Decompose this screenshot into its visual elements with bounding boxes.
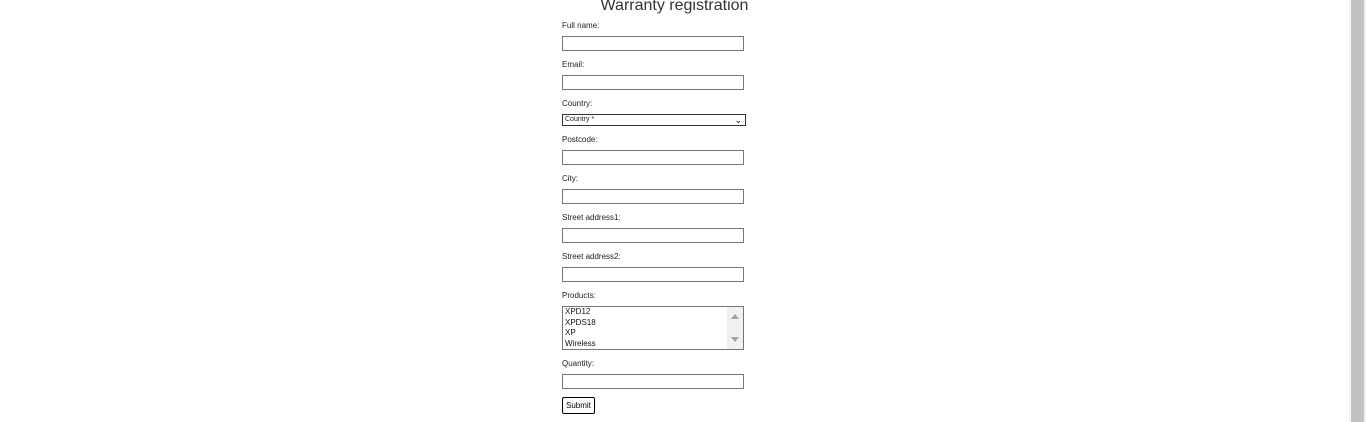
- products-scrollbar[interactable]: [727, 307, 743, 349]
- page-title: Warranty registration: [600, 0, 749, 14]
- full-name-label: Full name:: [562, 21, 600, 30]
- submit-button[interactable]: Submit: [562, 397, 595, 414]
- products-label: Products:: [562, 291, 596, 300]
- triangle-up-icon[interactable]: [731, 314, 739, 319]
- country-select-value: Country *: [565, 116, 595, 123]
- email-input[interactable]: [562, 75, 744, 90]
- quantity-label: Quantity:: [562, 359, 595, 368]
- postcode-input[interactable]: [562, 150, 744, 165]
- list-item[interactable]: Wireless: [563, 339, 743, 350]
- list-item[interactable]: XPDS18: [563, 318, 743, 329]
- street-address1-input[interactable]: [562, 228, 744, 243]
- products-listbox[interactable]: XPD12 XPDS18 XP Wireless: [562, 306, 744, 350]
- country-select[interactable]: Country * ⌄: [562, 114, 746, 126]
- street-address1-label: Street address1:: [562, 213, 621, 222]
- country-label: Country:: [562, 99, 593, 108]
- postcode-label: Postcode:: [562, 135, 598, 144]
- chevron-down-icon: ⌄: [734, 115, 742, 125]
- city-input[interactable]: [562, 189, 744, 204]
- full-name-input[interactable]: [562, 36, 744, 51]
- page-scrollbar-thumb[interactable]: [1351, 0, 1364, 422]
- city-label: City:: [562, 174, 578, 183]
- quantity-input[interactable]: [562, 374, 744, 389]
- page-scrollbar[interactable]: [1349, 0, 1366, 422]
- triangle-down-icon[interactable]: [731, 337, 739, 342]
- street-address2-label: Street address2:: [562, 252, 621, 261]
- list-item[interactable]: XPD12: [563, 307, 743, 318]
- email-label: Email:: [562, 60, 585, 69]
- list-item[interactable]: XP: [563, 328, 743, 339]
- street-address2-input[interactable]: [562, 267, 744, 282]
